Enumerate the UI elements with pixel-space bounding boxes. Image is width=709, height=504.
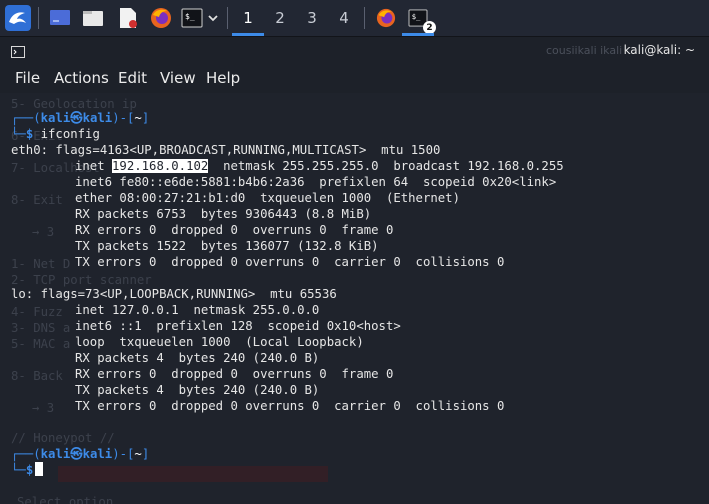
terminal-task-icon[interactable]: $_ 2 (402, 4, 436, 36)
lo-line: inet6 ::1 prefixlen 128 scopeid 0x10<hos… (75, 319, 401, 333)
window-titlebar[interactable]: cousiikali ikali kali@kali: ~ (0, 37, 709, 63)
firefox-task-icon[interactable] (373, 4, 399, 32)
lo-line: RX errors 0 dropped 0 overruns 0 frame 0 (75, 367, 394, 381)
workspace-4[interactable]: 4 (328, 3, 360, 33)
file-manager-icon[interactable] (80, 4, 106, 32)
terminal-launcher-icon[interactable]: $_ (180, 4, 204, 32)
terminal-app-icon (11, 43, 25, 62)
eth0-line: TX errors 0 dropped 0 overruns 0 carrier… (75, 255, 505, 269)
eth0-inet-line: inet 192.168.0.102 netmask 255.255.255.0… (75, 159, 564, 173)
panel-separator (38, 7, 39, 29)
workspace-2[interactable]: 2 (264, 3, 296, 33)
eth0-header: eth0: flags=4163<UP,BROADCAST,RUNNING,MU… (11, 143, 441, 157)
lo-line: loop txqueuelen 1000 (Local Loopback) (75, 335, 364, 349)
terminal-output[interactable]: 5- Geolocation ip 6- Exit 7- Localhost 8… (0, 94, 709, 504)
workspace-3[interactable]: 3 (296, 3, 328, 33)
workspace-1[interactable]: 1 (232, 3, 264, 36)
eth0-line: inet6 fe80::e6de:5881:b4b6:2a36 prefixle… (75, 175, 557, 189)
eth0-line: RX packets 6753 bytes 9306443 (8.8 MiB) (75, 207, 372, 221)
selected-ip: 192.168.0.102 (112, 159, 209, 173)
lo-line: TX packets 4 bytes 240 (240.0 B) (75, 383, 320, 397)
ghost-text: // Honeypot // (11, 431, 115, 445)
ghost-text: Select option (17, 495, 114, 504)
prompt-line-1: ┌──(kali㉿kali)-[~] (11, 111, 150, 125)
window-title: kali@kali: ~ (623, 43, 695, 57)
prompt-line-2[interactable]: └─$ (11, 462, 44, 478)
show-desktop-icon[interactable] (47, 4, 73, 32)
lo-line: inet 127.0.0.1 netmask 255.0.0.0 (75, 303, 320, 317)
top-panel: $_ 1 2 3 4 $_ 2 (0, 0, 709, 37)
command-text: ifconfig (40, 127, 100, 141)
lo-header: lo: flags=73<UP,LOOPBACK,RUNNING> mtu 65… (11, 287, 337, 301)
lo-line: RX packets 4 bytes 240 (240.0 B) (75, 351, 320, 365)
menu-view[interactable]: View (160, 69, 196, 87)
chevron-down-icon[interactable] (205, 4, 221, 32)
svg-text:$_: $_ (185, 12, 195, 21)
menu-file[interactable]: File (15, 69, 40, 87)
menu-bar: File Actions Edit View Help (0, 63, 709, 93)
prompt-line-1: ┌──(kali㉿kali)-[~] (11, 447, 150, 461)
lo-line: TX errors 0 dropped 0 overruns 0 carrier… (75, 399, 505, 413)
text-editor-icon[interactable] (115, 4, 141, 32)
menu-edit[interactable]: Edit (118, 69, 147, 87)
panel-separator (227, 7, 228, 29)
menu-help[interactable]: Help (206, 69, 240, 87)
window-count-badge: 2 (423, 21, 436, 34)
ghost-highlight (58, 466, 328, 482)
kali-menu-icon[interactable] (4, 4, 32, 32)
prompt-line-2: └─$ ifconfig (11, 127, 100, 141)
firefox-icon[interactable] (148, 4, 174, 32)
svg-text:$_: $_ (412, 12, 421, 21)
eth0-line: RX errors 0 dropped 0 overruns 0 frame 0 (75, 223, 394, 237)
title-ghost-text: cousiikali ikali (546, 44, 623, 57)
text-cursor (35, 462, 44, 476)
menu-actions[interactable]: Actions (54, 69, 109, 87)
eth0-line: TX packets 1522 bytes 136077 (132.8 KiB) (75, 239, 379, 253)
panel-separator (364, 7, 365, 29)
eth0-line: ether 08:00:27:21:b1:d0 txqueuelen 1000 … (75, 191, 460, 205)
